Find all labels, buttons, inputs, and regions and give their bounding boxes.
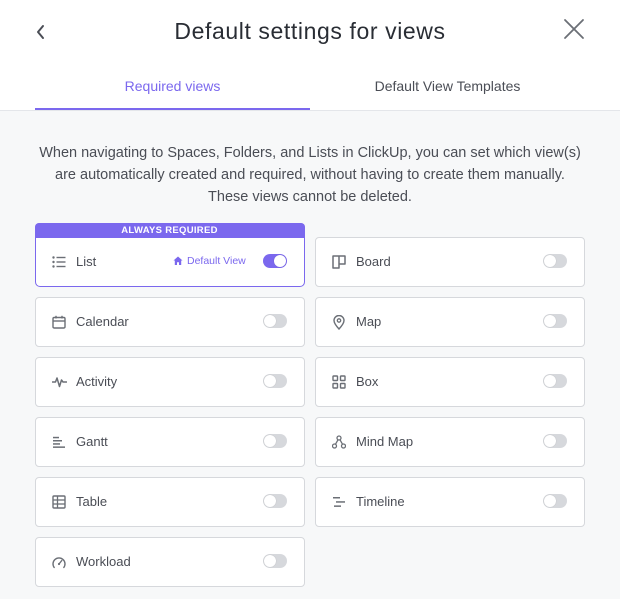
- toggle-mind-map[interactable]: [543, 434, 567, 448]
- toggle-timeline[interactable]: [543, 494, 567, 508]
- view-label: Workload: [76, 554, 131, 569]
- view-label: Box: [356, 374, 379, 389]
- calendar-icon: [51, 314, 67, 330]
- timeline-icon: [331, 494, 347, 510]
- view-label: List: [76, 254, 97, 269]
- modal-header: Default settings for views Required view…: [0, 0, 620, 111]
- view-card-mind-map[interactable]: Mind Map: [315, 417, 585, 467]
- toggle-list[interactable]: [263, 254, 287, 268]
- toggle-box[interactable]: [543, 374, 567, 388]
- mind-map-icon: [331, 434, 347, 450]
- toggle-board[interactable]: [543, 254, 567, 268]
- toggle-workload[interactable]: [263, 554, 287, 568]
- toggle-table[interactable]: [263, 494, 287, 508]
- view-label: Timeline: [356, 494, 405, 509]
- view-card-gantt[interactable]: Gantt: [35, 417, 305, 467]
- board-icon: [331, 254, 347, 270]
- view-label: Mind Map: [356, 434, 414, 449]
- view-label: Activity: [76, 374, 118, 389]
- page-title: Default settings for views: [174, 18, 446, 44]
- activity-icon: [51, 374, 67, 390]
- toggle-calendar[interactable]: [263, 314, 287, 328]
- view-card-calendar[interactable]: Calendar: [35, 297, 305, 347]
- view-card-board[interactable]: Board: [315, 237, 585, 287]
- list-icon: [51, 254, 67, 270]
- view-card-map[interactable]: Map: [315, 297, 585, 347]
- description-text: When navigating to Spaces, Folders, and …: [39, 145, 581, 205]
- toggle-gantt[interactable]: [263, 434, 287, 448]
- view-card-timeline[interactable]: Timeline: [315, 477, 585, 527]
- default-view-label: Default View: [187, 255, 246, 267]
- tab-default-view-templates[interactable]: Default View Templates: [310, 78, 585, 110]
- table-icon: [51, 494, 67, 510]
- view-card-workload[interactable]: Workload: [35, 537, 305, 587]
- view-label: Map: [356, 314, 382, 329]
- view-label: Gantt: [76, 434, 108, 449]
- view-label: Table: [76, 494, 108, 509]
- tab-required-views[interactable]: Required views: [35, 78, 310, 110]
- default-view-badge[interactable]: Default View: [173, 255, 246, 267]
- box-icon: [331, 374, 347, 390]
- map-pin-icon: [331, 314, 347, 330]
- gantt-icon: [51, 434, 67, 450]
- toggle-map[interactable]: [543, 314, 567, 328]
- view-label: Calendar: [76, 314, 129, 329]
- close-icon: [564, 19, 584, 39]
- view-label: Board: [356, 254, 391, 269]
- workload-icon: [51, 554, 67, 570]
- view-card-table[interactable]: Table: [35, 477, 305, 527]
- toggle-activity[interactable]: [263, 374, 287, 388]
- always-required-banner: ALWAYS REQUIRED: [34, 222, 305, 238]
- home-icon: [173, 256, 183, 265]
- view-card-list[interactable]: ALWAYS REQUIRED List Default View: [34, 222, 305, 287]
- view-card-activity[interactable]: Activity: [35, 357, 305, 407]
- view-card-box[interactable]: Box: [315, 357, 585, 407]
- close-button[interactable]: [560, 15, 588, 43]
